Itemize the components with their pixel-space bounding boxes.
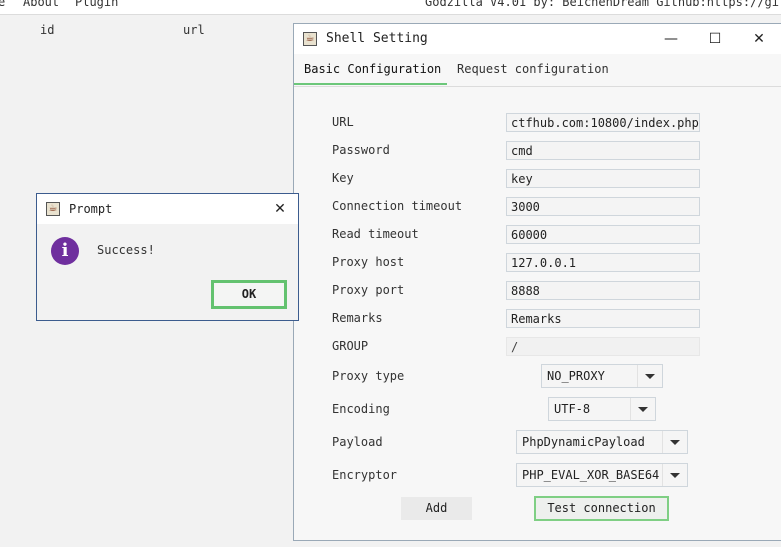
encoding-value: UTF-8 (554, 402, 591, 416)
connection-timeout-field[interactable]: 3000 (506, 197, 700, 216)
proxy-type-select[interactable]: NO_PROXY (541, 364, 663, 388)
java-app-icon: ☕ (46, 202, 60, 216)
connection-timeout-label: Connection timeout (332, 199, 463, 213)
menu-item-about[interactable]: About (23, 0, 59, 9)
key-field[interactable]: key (506, 169, 700, 188)
remarks-label: Remarks (332, 311, 383, 325)
java-app-icon: ☕ (303, 32, 317, 46)
shell-setting-titlebar[interactable]: ☕ Shell Setting — ☐ ✕ (294, 24, 781, 54)
url-field[interactable]: ctfhub.com:10800/index.php (506, 113, 700, 132)
close-button[interactable]: ✕ (270, 198, 290, 220)
tab-bar: Basic Configuration Request configuratio… (294, 54, 781, 87)
shell-setting-window: ☕ Shell Setting — ☐ ✕ Basic Configuratio… (293, 23, 781, 541)
menu-bar: e About Plugin Godzilla V4.01 by: Beiche… (0, 0, 781, 15)
chevron-down-icon[interactable] (637, 365, 662, 387)
tab-request-configuration[interactable]: Request configuration (457, 62, 609, 76)
ok-button[interactable]: OK (211, 280, 287, 309)
payload-label: Payload (332, 435, 383, 449)
menu-item-edit[interactable]: e (0, 0, 5, 9)
encryptor-select[interactable]: PHP_EVAL_XOR_BASE64 (516, 463, 688, 487)
prompt-dialog: ☕ Prompt ✕ i Success! OK (36, 193, 299, 321)
add-button[interactable]: Add (401, 497, 472, 520)
proxy-type-label: Proxy type (332, 369, 405, 383)
group-label: GROUP (332, 339, 369, 353)
read-timeout-field[interactable]: 60000 (506, 225, 700, 244)
proxy-type-value: NO_PROXY (547, 369, 605, 383)
maximize-button[interactable]: ☐ (703, 28, 727, 50)
password-field[interactable]: cmd (506, 141, 700, 160)
close-button[interactable]: ✕ (747, 28, 771, 50)
encoding-select[interactable]: UTF-8 (548, 397, 656, 421)
window-title: Shell Setting (326, 31, 428, 46)
menu-item-plugin[interactable]: Plugin (75, 0, 118, 9)
remarks-field[interactable]: Remarks (506, 309, 700, 328)
url-label: URL (332, 115, 354, 129)
test-connection-button[interactable]: Test connection (534, 496, 669, 521)
payload-select[interactable]: PhpDynamicPayload (516, 430, 688, 454)
chevron-down-icon[interactable] (662, 431, 687, 453)
main-window-title: Godzilla V4.01 by: BeichenDream Github:h… (425, 0, 781, 9)
encoding-label: Encoding (332, 402, 390, 416)
encryptor-value: PHP_EVAL_XOR_BASE64 (522, 468, 660, 482)
info-icon: i (51, 237, 79, 265)
prompt-titlebar[interactable]: ☕ Prompt ✕ (37, 194, 298, 224)
proxy-port-field[interactable]: 8888 (506, 281, 700, 300)
minimize-button[interactable]: — (659, 28, 683, 50)
chevron-down-icon[interactable] (630, 398, 655, 420)
column-header-url[interactable]: url (183, 23, 205, 37)
payload-value: PhpDynamicPayload (522, 435, 645, 449)
tab-basic-configuration[interactable]: Basic Configuration (304, 62, 441, 76)
chevron-down-icon[interactable] (662, 464, 687, 486)
proxy-host-field[interactable]: 127.0.0.1 (506, 253, 700, 272)
proxy-host-label: Proxy host (332, 255, 405, 269)
column-header-id[interactable]: id (40, 23, 54, 37)
prompt-title: Prompt (69, 202, 113, 216)
password-label: Password (332, 143, 390, 157)
key-label: Key (332, 171, 354, 185)
active-tab-indicator (294, 83, 447, 85)
group-field[interactable]: / (506, 337, 700, 356)
proxy-port-label: Proxy port (332, 283, 405, 297)
prompt-message: Success! (97, 243, 155, 257)
read-timeout-label: Read timeout (332, 227, 419, 241)
encryptor-label: Encryptor (332, 468, 398, 482)
